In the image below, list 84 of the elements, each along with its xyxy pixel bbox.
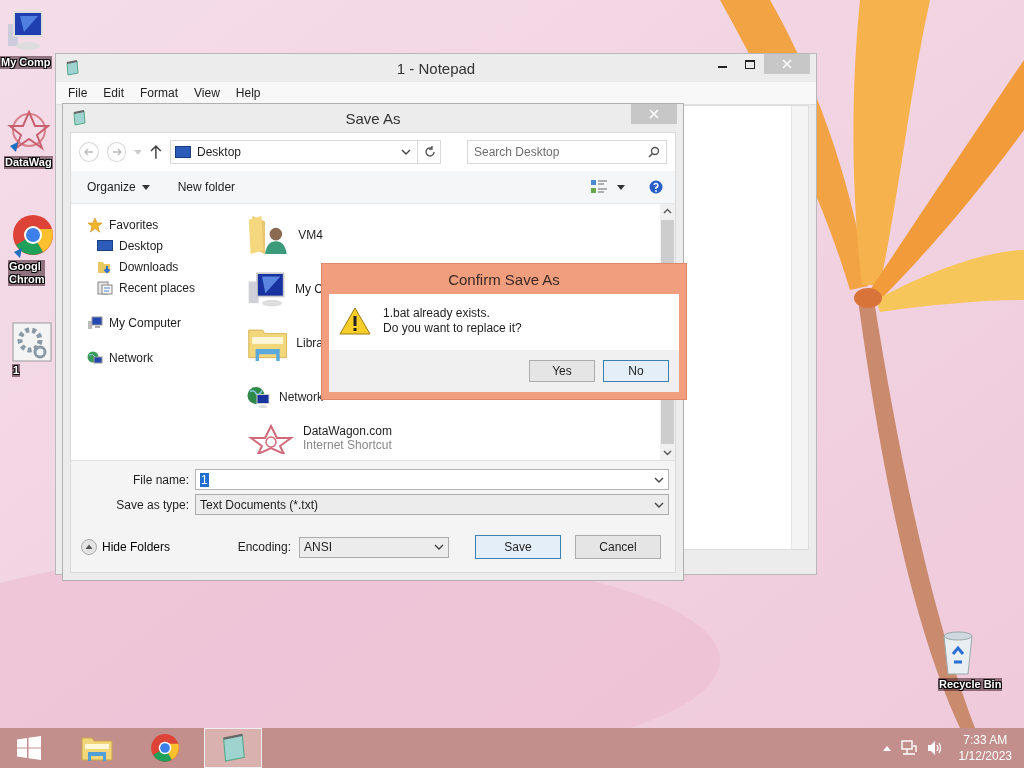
entry-type: Internet Shortcut xyxy=(303,438,392,452)
gear-icon[interactable] xyxy=(12,322,52,362)
computer-icon xyxy=(87,314,103,331)
no-button[interactable]: No xyxy=(603,360,669,382)
save-button[interactable]: Save xyxy=(475,535,561,559)
chevron-down-icon[interactable] xyxy=(654,475,664,484)
window-title: 1 - Notepad xyxy=(396,59,476,77)
search-icon[interactable] xyxy=(648,146,660,158)
dropdown-value: Text Documents (*.txt) xyxy=(200,497,319,512)
address-text: Desktop xyxy=(196,145,242,159)
menu-item[interactable]: View xyxy=(186,86,228,100)
dialog-title: Confirm Save As xyxy=(447,269,561,290)
help-icon[interactable] xyxy=(649,180,663,194)
new-folder-button[interactable]: New folder xyxy=(169,180,244,194)
speaker-icon[interactable] xyxy=(926,740,943,756)
encoding-dropdown[interactable]: ANSI xyxy=(299,536,449,558)
file-type-dropdown[interactable]: Text Documents (*.txt) xyxy=(195,494,669,515)
nav-item[interactable]: Network xyxy=(87,347,241,368)
organize-button[interactable]: Organize xyxy=(79,180,158,194)
up-circle-icon xyxy=(81,539,97,555)
globe-monitor-icon xyxy=(87,349,103,366)
field-label: Save as type: xyxy=(115,497,189,512)
chevron-down-icon[interactable] xyxy=(401,148,411,156)
file-name-field[interactable]: 1 xyxy=(195,469,669,490)
taskbar-app-button[interactable] xyxy=(204,728,262,768)
caret-up-icon[interactable] xyxy=(882,745,891,751)
desktop-icon-label[interactable]: My Comp xyxy=(0,56,52,69)
windows-logo-icon xyxy=(17,736,41,760)
address-bar[interactable]: Desktop xyxy=(169,140,441,164)
dialog-title: Save As xyxy=(345,109,401,127)
warning-icon xyxy=(339,307,371,335)
back-arrow-icon xyxy=(83,147,94,157)
close-icon xyxy=(782,59,792,69)
field-label: File name: xyxy=(131,472,189,487)
desktop-icon-label[interactable]: 1 xyxy=(12,364,21,377)
nav-item[interactable]: Favorites xyxy=(87,214,241,235)
up-arrow-icon[interactable] xyxy=(150,145,162,159)
desktop-icon-label[interactable]: Recycle Bin xyxy=(938,678,1003,691)
field-label: Encoding: xyxy=(237,540,291,554)
field-value: 1 xyxy=(200,472,209,487)
caret-icon xyxy=(141,184,150,190)
forward-arrow-icon xyxy=(111,147,122,157)
notepad-icon xyxy=(71,110,87,126)
scroll-bar[interactable] xyxy=(791,106,808,549)
chrome-icon xyxy=(149,732,181,764)
monitor-icon xyxy=(97,238,113,253)
nav-item[interactable]: Desktop xyxy=(87,235,241,256)
message-text: 1.bat already exists. xyxy=(383,306,491,321)
nav-item[interactable]: Downloads xyxy=(87,256,241,277)
nav-item[interactable]: Recent places xyxy=(87,277,241,298)
menu-item[interactable]: Help xyxy=(227,86,269,100)
menu-item[interactable]: File xyxy=(60,86,96,100)
view-icon[interactable] xyxy=(591,180,607,194)
explorer-entry[interactable]: Network xyxy=(247,370,323,424)
dropdown-value: ANSI xyxy=(304,540,332,554)
explorer-entry[interactable]: DataWagon.com Internet Shortcut xyxy=(247,424,407,460)
entry-name: Network xyxy=(279,390,323,404)
message-text: Do you want to replace it? xyxy=(383,321,522,336)
menu-item[interactable]: Edit xyxy=(95,86,133,100)
caret-icon[interactable] xyxy=(617,184,625,190)
cancel-button[interactable]: Cancel xyxy=(575,535,661,559)
chevron-down-icon[interactable] xyxy=(434,543,444,551)
recent-places-icon xyxy=(97,279,113,296)
yes-button[interactable]: Yes xyxy=(529,360,595,382)
chevron-up-icon[interactable] xyxy=(663,208,672,214)
star-icon xyxy=(87,216,103,233)
entry-name: DataWagon.com xyxy=(303,424,392,438)
entry-name: VM4 xyxy=(298,228,323,242)
chevron-down-icon[interactable] xyxy=(654,500,664,509)
network-icon[interactable] xyxy=(900,740,917,756)
close-icon xyxy=(649,109,659,119)
menu-item[interactable]: Format xyxy=(132,86,187,100)
desktop-icon-label[interactable]: Googl Chrom xyxy=(8,260,46,286)
nav-item[interactable]: My Computer xyxy=(87,312,241,333)
refresh-icon[interactable] xyxy=(424,146,436,158)
explorer-entry[interactable]: VM4 xyxy=(247,208,323,262)
desktop-icon-label[interactable]: DataWag xyxy=(4,156,53,169)
chevron-down-icon[interactable] xyxy=(663,450,672,456)
notepad-icon xyxy=(64,60,80,76)
search-field[interactable]: Search Desktop xyxy=(467,140,667,164)
monitor-icon xyxy=(174,146,191,158)
hide-folders-button[interactable]: Hide Folders xyxy=(81,539,171,555)
folder-icon xyxy=(81,734,113,762)
star-logo-icon xyxy=(247,424,295,454)
